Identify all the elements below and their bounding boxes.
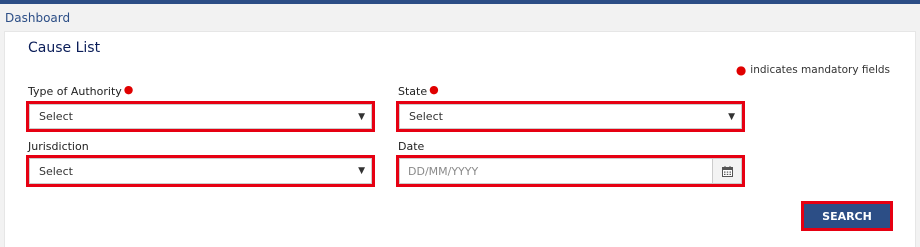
search-highlight: SEARCH bbox=[801, 201, 893, 231]
date-label-text: Date bbox=[398, 140, 425, 153]
state-select-value: Select bbox=[409, 110, 443, 123]
cause-list-panel: Cause List ● indicates mandatory fields … bbox=[4, 31, 916, 247]
calendar-icon bbox=[721, 165, 733, 177]
authority-highlight: Select ▼ bbox=[26, 101, 375, 132]
state-highlight: Select ▼ bbox=[396, 101, 745, 132]
required-dot-icon: ● bbox=[429, 83, 439, 96]
date-field bbox=[399, 158, 742, 184]
caret-down-icon: ▼ bbox=[358, 111, 365, 122]
jurisdiction-select[interactable]: Select ▼ bbox=[29, 158, 372, 184]
authority-label-text: Type of Authority bbox=[28, 85, 122, 98]
required-dot-icon: ● bbox=[123, 83, 134, 96]
authority-label: Type of Authority ● bbox=[28, 83, 134, 98]
required-dot-icon: ● bbox=[735, 63, 747, 77]
date-highlight bbox=[396, 155, 745, 187]
state-label-text: State bbox=[398, 85, 428, 98]
state-label: State ● bbox=[398, 83, 439, 98]
top-nav-bar bbox=[0, 0, 920, 4]
caret-down-icon: ▼ bbox=[358, 166, 365, 176]
page-title: Cause List bbox=[28, 40, 101, 56]
jurisdiction-label: Jurisdiction bbox=[28, 140, 89, 153]
jurisdiction-select-value: Select bbox=[39, 164, 73, 178]
jurisdiction-highlight: Select ▼ bbox=[26, 155, 375, 187]
mandatory-fields-note: ● indicates mandatory fields bbox=[736, 64, 890, 76]
search-button[interactable]: SEARCH bbox=[804, 204, 890, 228]
state-select[interactable]: Select ▼ bbox=[399, 104, 742, 129]
date-label: Date bbox=[398, 140, 424, 153]
breadcrumb-dashboard[interactable]: Dashboard bbox=[5, 11, 70, 25]
mandatory-note-text: indicates mandatory fields bbox=[750, 64, 890, 76]
jurisdiction-label-text: Jurisdiction bbox=[28, 140, 89, 153]
date-input[interactable] bbox=[400, 159, 712, 183]
authority-select[interactable]: Select ▼ bbox=[29, 104, 372, 129]
calendar-button[interactable] bbox=[712, 159, 741, 183]
caret-down-icon: ▼ bbox=[728, 111, 735, 122]
authority-select-value: Select bbox=[39, 110, 73, 123]
